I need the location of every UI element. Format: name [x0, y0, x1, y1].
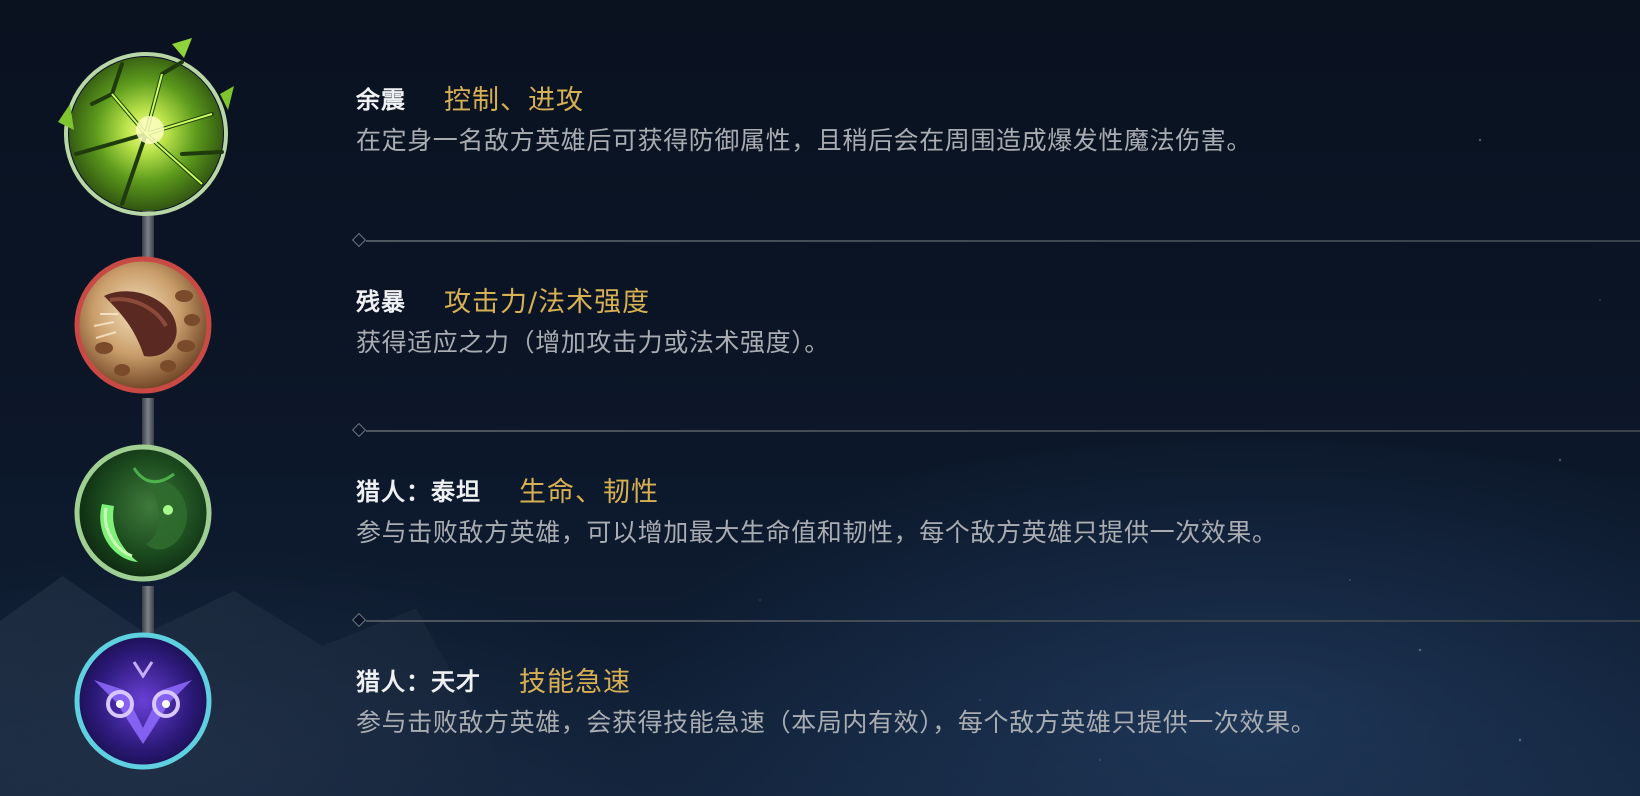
- augment-timeline: [0, 0, 300, 796]
- augment-tags: 技能急速: [519, 666, 631, 698]
- green-titan-icon[interactable]: [74, 444, 212, 582]
- augment-title-row: 猎人：泰坦 生命、韧性: [356, 469, 1616, 509]
- owl-eyes-icon[interactable]: [74, 632, 212, 770]
- augment-entry[interactable]: 猎人：泰坦 生命、韧性 参与击败敌方英雄，可以增加最大生命值和韧性，每个敌方英雄…: [356, 469, 1616, 549]
- cracked-earth-icon[interactable]: [52, 34, 234, 216]
- augment-name: 余震: [356, 85, 406, 114]
- augment-tags: 攻击力/法术强度: [444, 286, 651, 318]
- augment-entry[interactable]: 残暴 攻击力/法术强度 获得适应之力（增加攻击力或法术强度）。: [356, 279, 1616, 359]
- divider-diamond-icon: [351, 612, 367, 628]
- augment-description: 获得适应之力（增加攻击力或法术强度）。: [356, 328, 830, 357]
- augment-name: 残暴: [356, 287, 406, 316]
- augment-name: 猎人：天才: [356, 667, 481, 696]
- augment-description: 参与击败敌方英雄，可以增加最大生命值和韧性，每个敌方英雄只提供一次效果。: [356, 518, 1278, 547]
- section-divider: [351, 422, 1640, 438]
- brutal-claw-icon[interactable]: [74, 256, 212, 394]
- augment-title-row: 余震 控制、进攻: [356, 77, 1616, 117]
- augment-tags: 生命、韧性: [519, 476, 659, 508]
- augment-entry[interactable]: 余震 控制、进攻 在定身一名敌方英雄后可获得防御属性，且稍后会在周围造成爆发性魔…: [356, 77, 1616, 157]
- augment-title-row: 残暴 攻击力/法术强度: [356, 279, 1616, 319]
- augment-tags: 控制、进攻: [444, 84, 584, 116]
- divider-diamond-icon: [351, 232, 367, 248]
- augment-title-row: 猎人：天才 技能急速: [356, 659, 1616, 699]
- section-divider: [351, 232, 1640, 248]
- augment-entry[interactable]: 猎人：天才 技能急速 参与击败敌方英雄，会获得技能急速（本局内有效），每个敌方英…: [356, 659, 1616, 739]
- augment-name: 猎人：泰坦: [356, 477, 481, 506]
- augment-description: 参与击败敌方英雄，会获得技能急速（本局内有效），每个敌方英雄只提供一次效果。: [356, 708, 1317, 737]
- divider-diamond-icon: [351, 422, 367, 438]
- section-divider: [351, 612, 1640, 628]
- augment-description: 在定身一名敌方英雄后可获得防御属性，且稍后会在周围造成爆发性魔法伤害。: [356, 126, 1253, 155]
